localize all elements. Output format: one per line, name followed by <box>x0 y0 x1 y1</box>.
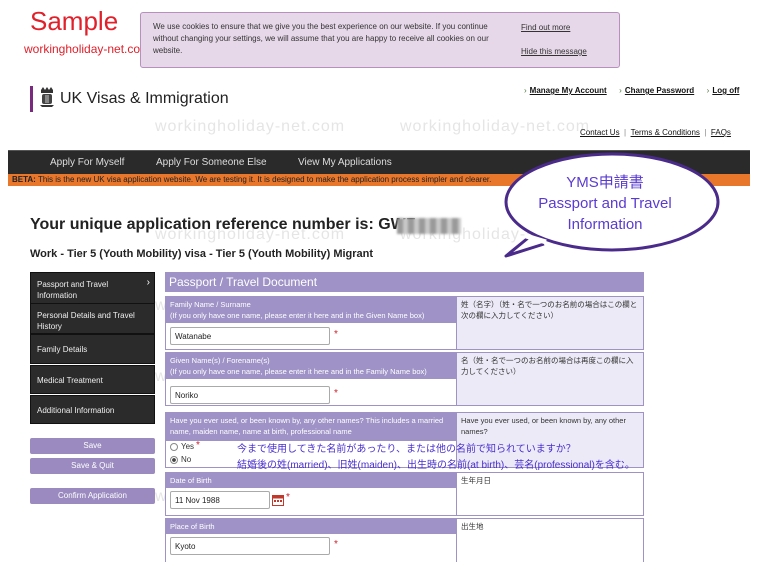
utility-links: Contact Us | Terms & Conditions | FAQs <box>580 122 731 140</box>
hide-cookie-message-link[interactable]: Hide this message <box>521 47 587 56</box>
chevron-right-icon: › <box>706 86 710 95</box>
sample-label: Sample <box>30 6 119 36</box>
given-name-label: Given Name(s) / Forename(s) (If you only… <box>166 353 456 379</box>
required-mark: * <box>334 539 338 550</box>
annotation-note-1: 今まで使用してきた名前があったり、または他の名前で知られていますか？ <box>237 444 576 455</box>
chevron-right-icon: › <box>524 86 527 95</box>
beta-text: This is the new UK visa application webs… <box>37 175 492 184</box>
form-section-title: Passport / Travel Document <box>165 272 644 292</box>
contact-us-link[interactable]: Contact Us <box>580 128 620 137</box>
visa-type: Work - Tier 5 (Youth Mobility) visa - Ti… <box>30 248 374 260</box>
sidebar-item-medical-treatment[interactable]: Medical Treatment <box>30 365 155 394</box>
annotation-bubble-text: YMS申請書 Passport and Travel Information <box>538 174 672 233</box>
required-mark: * <box>334 388 338 399</box>
sidebar-item-label: Additional Information <box>37 406 115 415</box>
family-name-input[interactable]: Watanabe <box>170 327 330 345</box>
nav-view-applications[interactable]: View My Applications <box>298 157 392 168</box>
sidebar-item-label: Passport and Travel Information <box>37 280 109 300</box>
sidebar-item-personal-details[interactable]: Personal Details and Travel History <box>30 303 155 334</box>
save-button[interactable]: Save <box>30 438 155 454</box>
other-names-label: Have you ever used, or been known by, an… <box>166 413 456 441</box>
save-quit-button[interactable]: Save & Quit <box>30 458 155 474</box>
chevron-right-icon: › <box>146 277 150 288</box>
family-name-translation: 姓（名字）（姓・名で一つのお名前の場合はこの欄と次の欄に入力してください） <box>457 296 644 350</box>
dob-translation: 生年月日 <box>457 472 644 516</box>
separator: | <box>704 128 707 137</box>
sidebar-item-family-details[interactable]: Family Details <box>30 334 155 364</box>
required-mark: * <box>286 492 290 503</box>
sample-site-label: workingholiday-net.com <box>24 42 151 56</box>
sidebar-item-label: Medical Treatment <box>37 376 103 385</box>
given-name-translation: 名（姓・名で一つのお名前の場合は再度この欄に入力してください） <box>457 352 644 406</box>
reference-redacted <box>397 218 461 234</box>
required-mark: * <box>334 329 338 340</box>
dob-label: Date of Birth <box>166 473 456 488</box>
account-links: › Manage My Account › Change Password › Log… <box>524 80 739 98</box>
cookie-banner: We use cookies to ensure that we give yo… <box>140 12 620 68</box>
terms-link[interactable]: Terms & Conditions <box>631 128 700 137</box>
nav-apply-myself[interactable]: Apply For Myself <box>50 157 124 168</box>
family-name-label: Family Name / Surname (If you only have … <box>166 297 456 323</box>
other-names-no-radio[interactable]: No <box>170 455 191 464</box>
place-of-birth-translation: 出生地 <box>457 518 644 562</box>
confirm-application-button[interactable]: Confirm Application <box>30 488 155 504</box>
annotation-note-2: 結婚後の姓(married)、旧姓(maiden)、出生時の名前(at birt… <box>237 460 635 471</box>
watermark: workingholiday-net.com <box>155 118 346 135</box>
required-mark: * <box>196 440 200 451</box>
reference-number: Your unique application reference number… <box>30 216 416 233</box>
nav-apply-someone-else[interactable]: Apply For Someone Else <box>156 157 267 168</box>
royal-crest-icon <box>40 87 54 107</box>
log-off-link[interactable]: Log off <box>712 86 739 95</box>
sidebar-item-additional-info[interactable]: Additional Information <box>30 395 155 424</box>
find-out-more-link[interactable]: Find out more <box>521 23 570 32</box>
cookie-text: We use cookies to ensure that we give yo… <box>153 22 489 55</box>
other-names-yes-radio[interactable]: Yes <box>170 442 194 451</box>
manage-account-link[interactable]: Manage My Account <box>530 86 607 95</box>
brand-bar <box>30 86 33 112</box>
chevron-right-icon: › <box>619 86 622 95</box>
place-of-birth-input[interactable]: Kyoto <box>170 537 330 555</box>
dob-input[interactable]: 11 Nov 1988 <box>170 491 270 509</box>
beta-label: BETA: <box>12 175 36 184</box>
faqs-link[interactable]: FAQs <box>711 128 731 137</box>
calendar-icon[interactable] <box>272 494 284 506</box>
sidebar-item-passport-travel[interactable]: Passport and Travel Information › <box>30 272 155 304</box>
place-of-birth-label: Place of Birth <box>166 519 456 534</box>
given-name-input[interactable]: Noriko <box>170 386 330 404</box>
change-password-link[interactable]: Change Password <box>625 86 694 95</box>
sidebar-item-label: Family Details <box>37 345 88 354</box>
watermark: workingholiday-net.com <box>400 118 591 135</box>
sidebar-item-label: Personal Details and Travel History <box>37 311 135 331</box>
separator: | <box>624 128 627 137</box>
brand-title: UK Visas & Immigration <box>60 90 229 107</box>
